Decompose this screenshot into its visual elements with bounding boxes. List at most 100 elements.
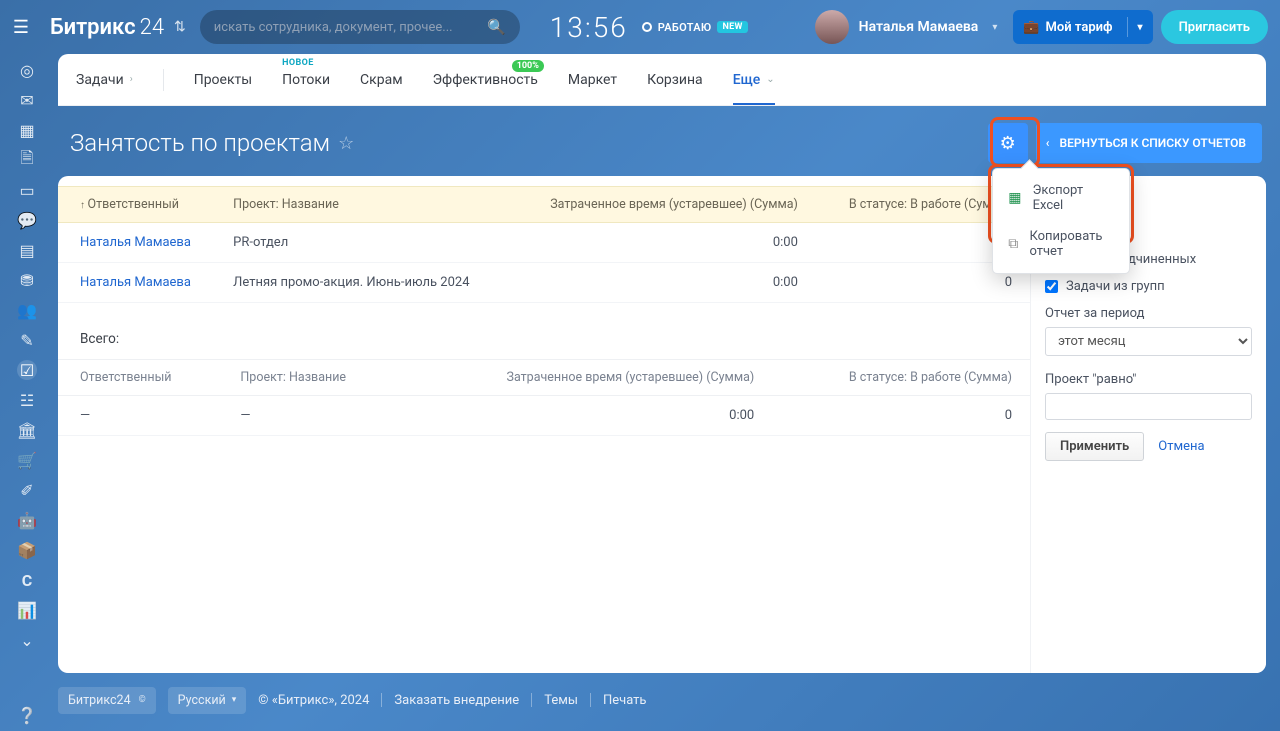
table-row: — — 0:00 0: [58, 396, 1030, 436]
title-row: Занятость по проектам ☆ ⚙ ‹ ВЕРНУТЬСЯ К …: [58, 116, 1266, 170]
sidebar-chat-icon[interactable]: 💬: [17, 210, 37, 230]
new-badge: NEW: [717, 21, 747, 33]
sidebar-more-icon[interactable]: ⌄: [17, 630, 37, 650]
checkbox-group-tasks[interactable]: Задачи из групп: [1045, 279, 1252, 294]
cell-responsible: Наталья Мамаева: [58, 263, 219, 303]
period-label: Отчет за период: [1045, 306, 1252, 321]
report-body: Ответственный Проект: Название Затраченн…: [58, 176, 1030, 673]
sidebar-calendar-icon[interactable]: ▦: [17, 120, 37, 140]
cell-project: —: [226, 396, 403, 436]
col-responsible[interactable]: Ответственный: [58, 187, 219, 223]
tab-efficiency[interactable]: Эффективность100%: [433, 72, 538, 88]
footer-print-link[interactable]: Печать: [603, 693, 647, 708]
table-row: Наталья МамаеваPR-отдел0:000: [58, 223, 1030, 263]
cancel-link[interactable]: Отмена: [1158, 439, 1204, 454]
language-chip[interactable]: Русский ▾: [168, 687, 247, 714]
logo-text-b: 24: [140, 15, 164, 40]
sidebar-docs-icon[interactable]: 🗎: [17, 150, 37, 170]
responsible-link[interactable]: Наталья Мамаева: [80, 275, 191, 290]
chevron-down-icon[interactable]: ▾: [992, 22, 997, 33]
tab-market[interactable]: Маркет: [568, 72, 617, 88]
footer-impl-link[interactable]: Заказать внедрение: [394, 693, 519, 708]
tab-tasks[interactable]: Задачи›: [76, 72, 133, 88]
cell-project: PR-отдел: [219, 223, 509, 263]
sidebar-filter-icon[interactable]: ☳: [17, 390, 37, 410]
sidebar-sign-icon[interactable]: ✎: [17, 330, 37, 350]
sidebar-people-icon[interactable]: 👥: [17, 300, 37, 320]
copy-report-item[interactable]: ⧉ Копировать отчет: [993, 221, 1129, 267]
swap-icon[interactable]: ⇅: [174, 19, 186, 35]
footer-themes-link[interactable]: Темы: [544, 693, 578, 708]
invite-button[interactable]: Пригласить: [1161, 10, 1268, 44]
export-excel-item[interactable]: ▦ Экспорт Excel: [993, 175, 1129, 221]
search-input[interactable]: [214, 20, 487, 35]
logo[interactable]: Битрикс 24 ⇅: [42, 15, 200, 40]
status-dot-icon: [642, 22, 652, 32]
search-box[interactable]: 🔍: [200, 10, 520, 44]
sidebar-drive-icon[interactable]: ⛃: [17, 270, 37, 290]
invite-label: Пригласить: [1179, 20, 1250, 35]
star-icon[interactable]: ☆: [338, 133, 354, 154]
table-header-row: Ответственный Проект: Название Затраченн…: [58, 360, 1030, 396]
sidebar-android-icon[interactable]: 🤖: [17, 510, 37, 530]
sidebar-box-icon[interactable]: 📦: [17, 540, 37, 560]
tariff-button[interactable]: 💼 Мой тариф ▾: [1013, 10, 1152, 44]
col-time[interactable]: Затраченное время (устаревшее) (Сумма): [403, 360, 772, 396]
tab-separator: [163, 69, 164, 91]
col-responsible[interactable]: Ответственный: [58, 360, 226, 396]
period-select[interactable]: этот месяц: [1045, 327, 1252, 356]
sidebar-edit-icon[interactable]: ✐: [17, 480, 37, 500]
sidebar-contact-icon[interactable]: ▭: [17, 180, 37, 200]
back-to-reports-button[interactable]: ‹ ВЕРНУТЬСЯ К СПИСКУ ОТЧЕТОВ: [1036, 123, 1262, 163]
briefcase-icon: 💼: [1023, 20, 1039, 35]
sidebar-cart-icon[interactable]: 🛒: [17, 450, 37, 470]
chevron-left-icon: ‹: [1046, 136, 1050, 150]
chevron-down-icon[interactable]: ▾: [1138, 22, 1143, 33]
sidebar-mail-icon[interactable]: ✉: [17, 90, 37, 110]
footer: Битрикс24© Русский ▾ © «Битрикс», 2024 З…: [58, 681, 1266, 719]
footer-separator: [531, 693, 532, 707]
page-title: Занятость по проектам: [70, 129, 330, 157]
col-time[interactable]: Затраченное время (устаревшее) (Сумма): [509, 187, 816, 223]
tab-more[interactable]: Еще ⌄: [733, 72, 775, 88]
clock[interactable]: 13:56: [550, 11, 628, 44]
project-filter-input[interactable]: [1045, 393, 1252, 420]
username[interactable]: Наталья Мамаева: [859, 19, 979, 35]
sidebar-stats-icon[interactable]: 📊: [17, 600, 37, 620]
sidebar-tasks-icon[interactable]: ☑: [17, 360, 37, 380]
copy-report-label: Копировать отчет: [1029, 229, 1115, 259]
cell-responsible: Наталья Мамаева: [58, 223, 219, 263]
col-project[interactable]: Проект: Название: [226, 360, 403, 396]
tab-flows[interactable]: ПотокиНОВОЕ: [282, 72, 330, 88]
responsible-link[interactable]: Наталья Мамаева: [80, 235, 191, 250]
footer-brand: Битрикс24: [68, 693, 131, 708]
tab-scrum[interactable]: Скрам: [360, 72, 403, 88]
percent-badge: 100%: [512, 60, 544, 72]
excel-icon: ▦: [1007, 190, 1023, 206]
work-status[interactable]: РАБОТАЮ NEW: [642, 21, 748, 34]
sidebar-card-icon[interactable]: ▤: [17, 240, 37, 260]
col-project[interactable]: Проект: Название: [219, 187, 509, 223]
sidebar-company-icon[interactable]: 🏛: [17, 420, 37, 440]
tab-projects[interactable]: Проекты: [194, 72, 252, 88]
sidebar-help-icon[interactable]: ❔: [17, 705, 37, 725]
avatar[interactable]: [815, 10, 849, 44]
footer-brand-chip[interactable]: Битрикс24©: [58, 687, 156, 714]
top-header: ☰ Битрикс 24 ⇅ 🔍 13:56 РАБОТАЮ NEW Натал…: [0, 0, 1280, 54]
chevron-down-icon: ⌄: [766, 74, 774, 85]
tariff-label: Мой тариф: [1046, 20, 1113, 35]
table-row: Наталья МамаеваЛетняя промо-акция. Июнь-…: [58, 263, 1030, 303]
report-table: Ответственный Проект: Название Затраченн…: [58, 186, 1030, 303]
apply-button[interactable]: Применить: [1045, 432, 1144, 461]
col-status[interactable]: В статусе: В работе (Сумма): [772, 360, 1030, 396]
tab-trash[interactable]: Корзина: [647, 72, 703, 88]
checkbox-input[interactable]: [1045, 280, 1058, 293]
tabs-bar: Задачи› Проекты ПотокиНОВОЕ Скрам Эффект…: [58, 54, 1266, 106]
menu-toggle-icon[interactable]: ☰: [0, 17, 42, 38]
sidebar-c-icon[interactable]: C: [17, 570, 37, 590]
search-icon[interactable]: 🔍: [487, 18, 506, 36]
copyright-text: © «Битрикс», 2024: [258, 693, 369, 708]
cell-time: 0:00: [403, 396, 772, 436]
sidebar-apps-icon[interactable]: ◎: [17, 60, 37, 80]
total-table: Ответственный Проект: Название Затраченн…: [58, 359, 1030, 436]
